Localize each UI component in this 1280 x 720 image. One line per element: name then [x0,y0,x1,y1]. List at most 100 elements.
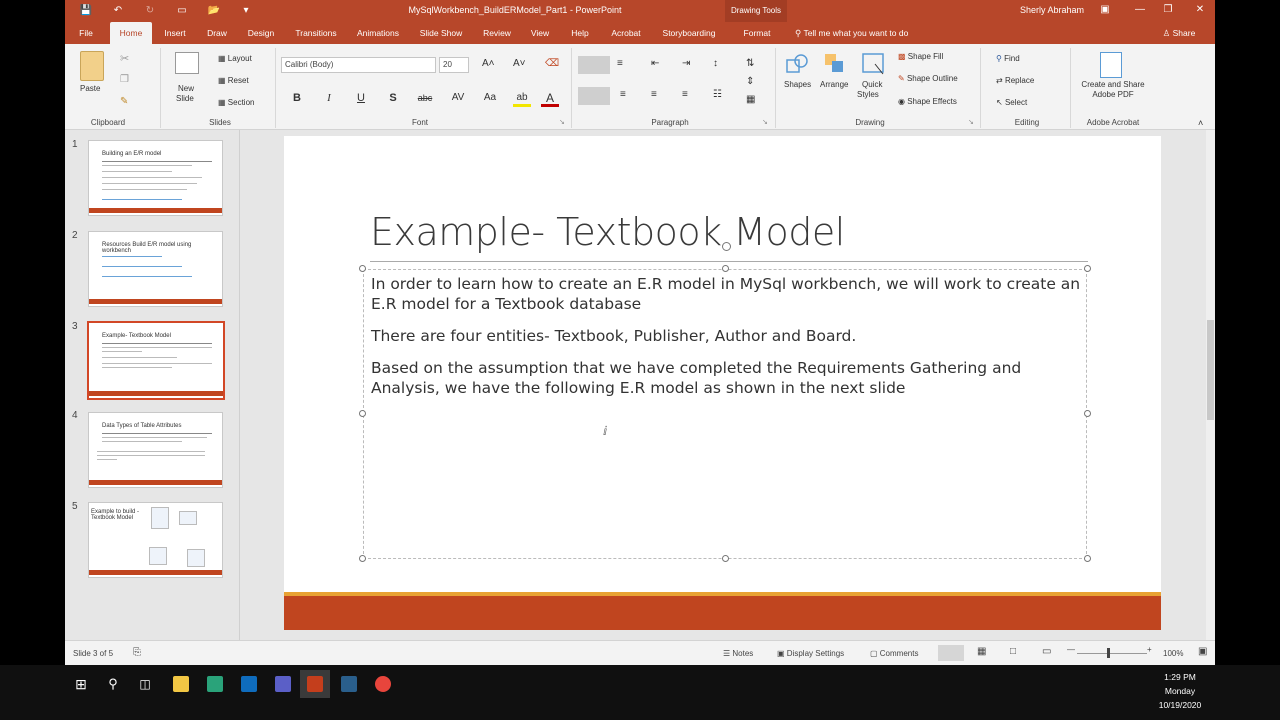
font-dialog-launcher-icon[interactable]: ↘ [559,118,565,126]
paragraph-dialog-launcher-icon[interactable]: ↘ [762,118,768,126]
paragraph-3[interactable]: Based on the assumption that we have com… [371,358,1087,398]
tab-transitions[interactable]: Transitions [291,22,341,44]
resize-handle[interactable] [1084,555,1091,562]
tab-review[interactable]: Review [479,22,515,44]
fit-to-window-icon[interactable]: ▣ [1198,646,1207,657]
cut-icon[interactable]: ✂ [120,52,129,65]
powerpoint-taskbar-icon[interactable] [300,670,330,698]
tab-file[interactable]: File [73,22,99,44]
collapse-ribbon-icon[interactable]: ˄ [1198,118,1203,128]
create-pdf-label-2[interactable]: Adobe PDF [1073,90,1153,99]
content-textbox[interactable]: In order to learn how to create an E.R m… [363,269,1087,559]
slide-show-view-icon[interactable]: ▭ [1042,646,1051,657]
font-size-combo[interactable]: 20 [439,57,469,73]
resize-handle[interactable] [1084,410,1091,417]
text-shadow-icon[interactable]: S [384,89,402,107]
display-settings-button[interactable]: ▣ Display Settings [777,649,844,658]
arrange-icon[interactable] [823,52,847,76]
snipping-tool-icon[interactable] [200,670,230,698]
decrease-font-icon[interactable]: A˅ [513,58,526,69]
reading-view-icon[interactable]: □ [1010,646,1016,657]
resize-handle[interactable] [359,410,366,417]
create-pdf-icon[interactable] [1100,52,1122,78]
font-name-combo[interactable]: Calibri (Body) [281,57,436,73]
new-slide-label[interactable]: New [178,84,194,93]
numbering-icon[interactable]: ≡ [617,58,623,69]
customize-toolbar-icon[interactable]: ▾ [239,4,253,18]
tab-design[interactable]: Design [243,22,279,44]
resize-handle[interactable] [359,265,366,272]
bold-icon[interactable]: B [288,89,306,107]
tab-format[interactable]: Format [737,22,777,44]
slide-sorter-icon[interactable]: ▦ [977,646,986,657]
user-name[interactable]: Sherly Abraham [1020,5,1084,15]
paragraph-2[interactable]: There are four entities- Textbook, Publi… [371,326,1087,346]
task-view-icon[interactable]: ◫ [130,670,160,698]
slide-thumbnail-3[interactable]: Example- Textbook Model [87,321,225,400]
arrange-label[interactable]: Arrange [820,80,848,89]
tab-insert[interactable]: Insert [158,22,192,44]
new-slide-icon[interactable] [175,52,199,74]
zoom-in-icon[interactable]: + [1147,645,1152,654]
align-text-icon[interactable]: ⇕ [746,76,754,87]
drawing-dialog-launcher-icon[interactable]: ↘ [968,118,974,126]
increase-font-icon[interactable]: A˄ [482,58,495,69]
new-slide-label-2[interactable]: Slide [176,94,194,103]
rotate-handle-icon[interactable] [722,242,731,251]
quick-styles-icon[interactable] [861,52,885,76]
paste-icon[interactable] [80,51,104,81]
copy-icon[interactable]: ❐ [120,74,129,85]
resize-handle[interactable] [722,265,729,272]
replace-button[interactable]: ⇄ Replace [996,76,1034,85]
tab-help[interactable]: Help [567,22,593,44]
undo-icon[interactable]: ↶ [111,4,125,18]
section-button[interactable]: ▦ Section [218,98,254,107]
system-clock[interactable]: 1:29 PM Monday 10/19/2020 [1150,670,1210,712]
save-icon[interactable]: 💾 [79,4,93,18]
change-case-icon[interactable]: Aa [481,89,499,107]
tab-draw[interactable]: Draw [201,22,233,44]
zoom-out-icon[interactable]: — [1067,645,1075,654]
quick-styles-label[interactable]: Quick [862,80,882,89]
scrollbar-thumb[interactable] [1207,320,1214,420]
line-spacing-icon[interactable]: ↕ [713,58,718,69]
layout-button[interactable]: ▦ Layout [218,54,252,63]
tab-storyboarding[interactable]: Storyboarding [657,22,721,44]
create-pdf-label[interactable]: Create and Share [1073,80,1153,89]
shape-fill-button[interactable]: ▩ Shape Fill [898,52,943,61]
file-explorer-icon[interactable] [166,670,196,698]
restore-icon[interactable]: ❐ [1161,3,1175,17]
outlook-icon[interactable] [234,670,264,698]
slide-canvas[interactable]: Example- Textbook Model In order to lear… [284,136,1161,630]
tab-home[interactable]: Home [110,22,152,44]
mysql-workbench-icon[interactable] [334,670,364,698]
paste-label[interactable]: Paste [80,84,100,93]
resize-handle[interactable] [359,555,366,562]
slide-title[interactable]: Example- Textbook Model [370,210,845,254]
chrome-icon[interactable] [368,670,398,698]
ribbon-display-options-icon[interactable]: ▣ [1098,3,1112,17]
quick-styles-label-2[interactable]: Styles [857,90,879,99]
zoom-slider[interactable] [1077,653,1147,654]
increase-indent-icon[interactable]: ⇥ [682,58,690,69]
shape-effects-button[interactable]: ◉ Shape Effects [898,97,957,106]
open-icon[interactable]: 📂 [207,4,221,18]
format-painter-icon[interactable]: ✎ [120,96,128,107]
tell-me-search[interactable]: ⚲ Tell me what you want to do [795,22,925,44]
normal-view-icon[interactable] [938,645,964,661]
resize-handle[interactable] [722,555,729,562]
reset-button[interactable]: ▦ Reset [218,76,249,85]
accessibility-icon[interactable]: ⎘ [133,647,141,658]
clear-formatting-icon[interactable]: ⌫ [545,58,559,69]
share-button[interactable]: ♙ Share [1159,22,1199,44]
justify-icon[interactable]: ≡ [682,89,688,100]
select-button[interactable]: ↖ Select [996,98,1027,107]
italic-icon[interactable]: I [320,89,338,107]
notes-button[interactable]: ☰ Notes [723,649,753,658]
shape-outline-button[interactable]: ✎ Shape Outline [898,74,958,83]
vertical-scrollbar[interactable] [1206,130,1215,640]
highlight-icon[interactable]: ab [513,89,531,107]
align-left-icon[interactable] [578,87,610,105]
bullets-icon[interactable] [578,56,610,74]
decrease-indent-icon[interactable]: ⇤ [651,58,659,69]
